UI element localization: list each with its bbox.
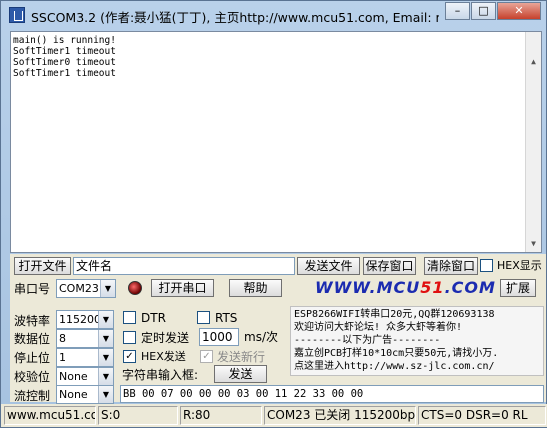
chevron-down-icon[interactable]: ▼ — [98, 311, 113, 328]
string-input-label: 字符串输入框: — [122, 368, 199, 382]
help-button[interactable]: 帮助 — [229, 279, 282, 297]
timed-send-checkbox[interactable] — [123, 331, 136, 344]
ad-line: --------以下为广告-------- — [294, 335, 441, 346]
open-port-button[interactable]: 打开串口 — [151, 279, 214, 297]
port-status-led-icon — [128, 281, 142, 295]
receive-line: main() is running! — [13, 35, 116, 46]
send-newline-checkbox[interactable]: ✓ — [200, 350, 213, 363]
expand-button[interactable]: 扩展 — [500, 279, 536, 297]
hex-send-label: HEX发送 — [141, 350, 186, 363]
title-bar[interactable]: SSCOM3.2 (作者:聂小猛(丁丁), 主页http://www.mcu51… — [1, 1, 546, 29]
timed-send-label: 定时发送 — [141, 331, 190, 345]
status-sent-count: S:0 — [98, 406, 178, 425]
data-bits-label: 数据位 — [14, 332, 51, 346]
hex-send-checkbox[interactable]: ✓ — [123, 350, 136, 363]
status-line-signals: CTS=0 DSR=0 RL — [418, 406, 546, 425]
send-button[interactable]: 发送 — [214, 365, 267, 383]
minimize-button[interactable]: – — [445, 2, 470, 20]
parity-label: 校验位 — [14, 370, 51, 384]
chevron-down-icon[interactable]: ▼ — [98, 368, 113, 385]
flow-control-label: 流控制 — [14, 389, 51, 403]
status-port: COM23 已关闭 115200bp — [264, 406, 416, 425]
dtr-checkbox[interactable] — [123, 311, 136, 324]
maximize-button[interactable]: □ — [471, 2, 496, 20]
receive-line: SoftTimer0 timeout — [13, 57, 116, 68]
hex-display-label: HEX显示 — [497, 259, 542, 272]
receive-text-area[interactable]: main() is running! SoftTimer1 timeout So… — [10, 31, 542, 253]
port-select-value: COM23 — [59, 282, 99, 295]
ad-line: 嘉立创PCB打样10*10cm只要50元,请找小万. — [294, 348, 499, 359]
hex-display-checkbox[interactable] — [480, 259, 493, 272]
rts-label: RTS — [215, 311, 238, 325]
port-label: 串口号 — [14, 282, 51, 296]
window-title: SSCOM3.2 (作者:聂小猛(丁丁), 主页http://www.mcu51… — [31, 10, 439, 25]
website-link[interactable]: WWW.MCU51.COM — [315, 278, 496, 297]
stop-bits-label: 停止位 — [14, 351, 51, 365]
chevron-down-icon[interactable]: ▼ — [100, 280, 115, 297]
file-name-field[interactable]: 文件名 — [73, 257, 295, 275]
status-site: www.mcu51.cor — [4, 406, 96, 425]
baud-rate-select[interactable]: 115200 ▼ — [56, 310, 114, 329]
app-window: SSCOM3.2 (作者:聂小猛(丁丁), 主页http://www.mcu51… — [0, 0, 547, 428]
clear-window-button[interactable]: 清除窗口 — [424, 257, 478, 275]
interval-unit-label: ms/次 — [244, 330, 278, 344]
send-interval-input[interactable]: 1000 — [199, 328, 239, 346]
baud-rate-label: 波特率 — [14, 314, 51, 328]
chevron-down-icon[interactable]: ▼ — [98, 386, 113, 403]
ad-line: 欢迎访问大虾论坛! 众多大虾等着你! — [294, 322, 463, 333]
port-select[interactable]: COM23 ▼ — [56, 279, 116, 298]
dtr-label: DTR — [141, 311, 166, 325]
receive-line: SoftTimer1 timeout — [13, 46, 116, 57]
flow-control-select[interactable]: None ▼ — [56, 385, 114, 404]
advertisement-box[interactable]: ESP8266WIFI转串口20元,QQ群120693138 欢迎访问大虾论坛!… — [290, 306, 544, 376]
send-data-input[interactable]: BB 00 07 00 00 00 03 00 11 22 33 00 00 — [120, 385, 544, 403]
parity-select[interactable]: None ▼ — [56, 367, 114, 386]
stop-bits-select[interactable]: 1 ▼ — [56, 348, 114, 367]
receive-scrollbar[interactable]: ▲ ▼ — [525, 32, 541, 252]
status-received-count: R:80 — [180, 406, 262, 425]
rts-checkbox[interactable] — [197, 311, 210, 324]
data-bits-select[interactable]: 8 ▼ — [56, 329, 114, 348]
close-button[interactable]: ✕ — [497, 2, 541, 20]
ad-line: ESP8266WIFI转串口20元,QQ群120693138 — [294, 309, 495, 320]
send-file-button[interactable]: 发送文件 — [297, 257, 360, 275]
open-file-button[interactable]: 打开文件 — [14, 257, 71, 275]
receive-line: SoftTimer1 timeout — [13, 68, 116, 79]
scroll-down-arrow-icon[interactable]: ▼ — [526, 236, 541, 252]
control-panel: 打开文件 文件名 发送文件 保存窗口 清除窗口 HEX显示 串口号 COM23 … — [10, 254, 546, 404]
chevron-down-icon[interactable]: ▼ — [98, 349, 113, 366]
scroll-up-arrow-icon[interactable]: ▲ — [526, 54, 541, 70]
send-newline-label: 发送新行 — [217, 350, 266, 364]
serial-port-app-icon — [9, 7, 25, 23]
save-window-button[interactable]: 保存窗口 — [363, 257, 416, 275]
chevron-down-icon[interactable]: ▼ — [98, 330, 113, 347]
ad-line[interactable]: 点这里进入http://www.sz-jlc.com.cn/ — [294, 360, 540, 373]
status-bar: www.mcu51.cor S:0 R:80 COM23 已关闭 115200b… — [1, 404, 547, 427]
